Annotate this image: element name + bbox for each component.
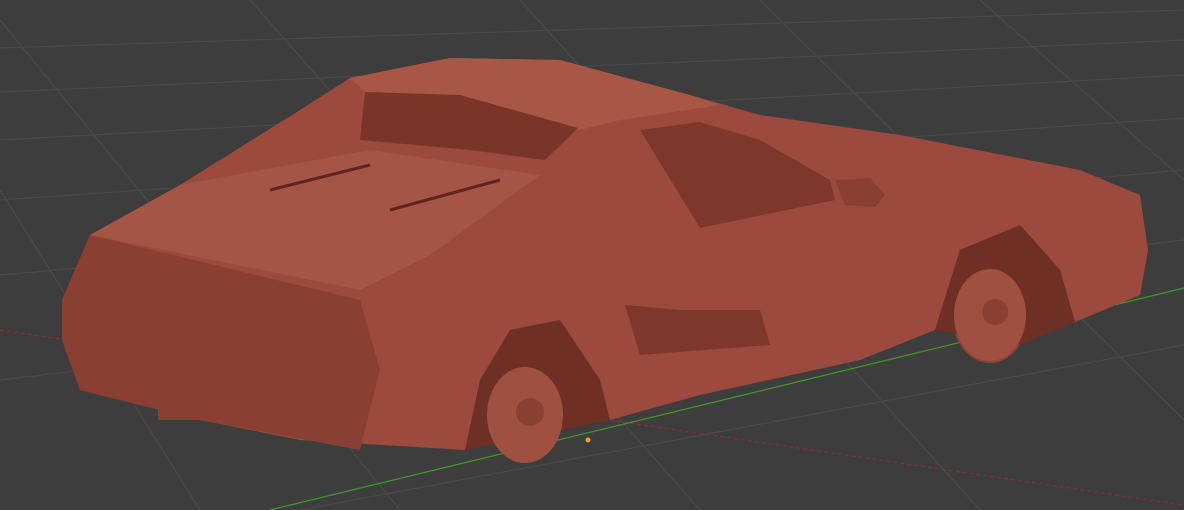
rear-left-hub — [516, 398, 544, 426]
viewport-canvas[interactable] — [0, 0, 1184, 510]
license-plate-recess — [158, 365, 233, 420]
front-left-hub — [982, 299, 1008, 325]
car-model[interactable] — [62, 58, 1148, 463]
3d-viewport[interactable] — [0, 0, 1184, 510]
object-origin[interactable] — [585, 437, 591, 443]
